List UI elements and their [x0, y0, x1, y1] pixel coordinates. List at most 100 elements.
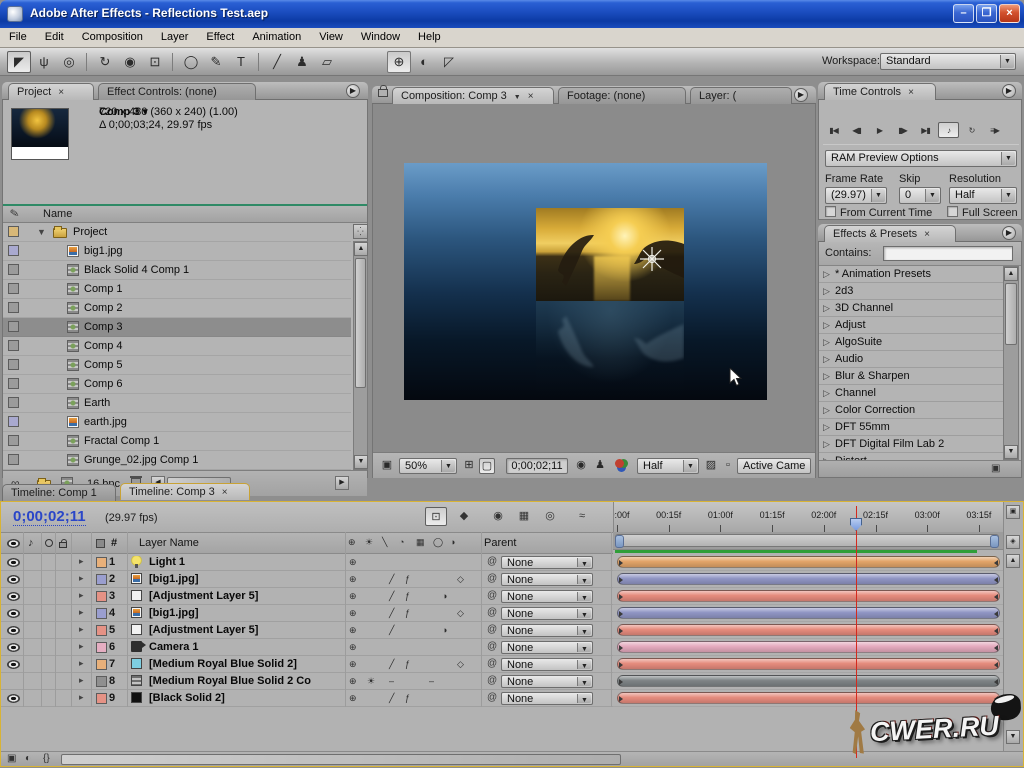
- quality-switch[interactable]: ╱: [389, 608, 394, 619]
- out-point-handle[interactable]: [994, 611, 998, 617]
- contains-input[interactable]: [883, 246, 1013, 261]
- out-point-handle[interactable]: [994, 577, 998, 583]
- shy-switch[interactable]: ⊕: [349, 693, 357, 704]
- parent-dropdown[interactable]: None▼: [501, 607, 593, 620]
- parent-pickwhip[interactable]: @: [487, 641, 497, 652]
- layer-row-4[interactable]: ▸4[big1.jpg]⊕╱ƒ◇@None▼: [1, 605, 613, 622]
- layer-name[interactable]: Camera 1: [149, 641, 344, 653]
- resolution-dropdown[interactable]: Half ▼: [637, 458, 699, 474]
- motion-blur-toggle[interactable]: ◎: [539, 507, 561, 526]
- shy-layers-toggle[interactable]: ◉: [487, 507, 509, 526]
- skip-dropdown[interactable]: 0 ▼: [899, 187, 941, 204]
- scroll-down-icon[interactable]: ▼: [1004, 445, 1018, 459]
- layer-row-2[interactable]: ▸2[big1.jpg]⊕╱ƒ◇@None▼: [1, 571, 613, 588]
- close-icon[interactable]: ×: [908, 87, 914, 98]
- effect-category-color-correction[interactable]: ▷Color Correction: [819, 402, 1003, 419]
- quality-column-icon[interactable]: ╲: [382, 537, 387, 548]
- layer-name[interactable]: [Medium Royal Blue Solid 2]: [149, 658, 344, 670]
- menu-window[interactable]: Window: [352, 28, 409, 48]
- visibility-toggle[interactable]: [7, 626, 20, 635]
- solo-column-icon[interactable]: [45, 539, 53, 547]
- expand-arrow[interactable]: ▷: [823, 439, 830, 450]
- menu-help[interactable]: Help: [409, 28, 450, 48]
- effects-vertical-scrollbar[interactable]: ▲ ▼: [1003, 266, 1019, 460]
- shy-switch[interactable]: ⊕: [349, 625, 357, 636]
- tab-effect-controls[interactable]: Effect Controls: (none): [98, 83, 256, 100]
- parent-column-header[interactable]: Parent: [484, 537, 516, 549]
- parent-pickwhip[interactable]: @: [487, 658, 497, 669]
- snapshot-icon[interactable]: ◉: [573, 458, 589, 474]
- label-chip[interactable]: [96, 591, 107, 602]
- orbit-camera-tool[interactable]: ◉: [118, 51, 142, 73]
- project-item-comp-4[interactable]: Comp 4: [3, 337, 351, 356]
- layer-name[interactable]: [big1.jpg]: [149, 607, 344, 619]
- effect-category-3d-channel[interactable]: ▷3D Channel: [819, 300, 1003, 317]
- close-icon[interactable]: ×: [58, 87, 64, 98]
- shy-switch[interactable]: ⊕: [349, 557, 357, 568]
- layer-bar-3[interactable]: [617, 590, 1000, 602]
- effects-switch[interactable]: ƒ: [405, 574, 410, 584]
- audio-button[interactable]: ♪: [938, 122, 959, 138]
- effects-switch[interactable]: ƒ: [405, 659, 410, 669]
- mask-shape-tool[interactable]: ◯: [179, 51, 203, 73]
- shy-switch[interactable]: ⊕: [349, 591, 357, 602]
- parent-dropdown[interactable]: None▼: [501, 624, 593, 637]
- expand-arrow[interactable]: ▷: [823, 286, 830, 297]
- close-icon[interactable]: ×: [222, 487, 228, 498]
- loop-button[interactable]: ↻: [961, 123, 982, 139]
- shy-switch[interactable]: ⊕: [349, 676, 357, 687]
- comp-name[interactable]: Comp 3: [99, 106, 139, 119]
- region-of-interest-icon[interactable]: ▢: [479, 458, 495, 474]
- full-screen-checkbox[interactable]: [947, 206, 958, 217]
- project-item-grunge-02-jpg-comp-1[interactable]: Grunge_02.jpg Comp 1: [3, 451, 351, 470]
- project-item-big1-jpg[interactable]: big1.jpg: [3, 242, 351, 261]
- project-item-fractal-comp-1[interactable]: Fractal Comp 1: [3, 432, 351, 451]
- effect-category-algosuite[interactable]: ▷AlgoSuite: [819, 334, 1003, 351]
- out-point-handle[interactable]: [994, 560, 998, 566]
- expand-arrow[interactable]: ▸: [79, 590, 84, 601]
- tab-footage[interactable]: Footage: (none): [558, 87, 686, 104]
- adjustment-column-icon[interactable]: ◑: [450, 537, 455, 547]
- always-preview-icon[interactable]: ▣: [379, 458, 395, 474]
- scroll-right-icon[interactable]: ▶: [335, 476, 349, 490]
- scroll-down-icon[interactable]: ▼: [354, 455, 368, 469]
- flowchart-view-icon[interactable]: ⁛: [353, 224, 368, 239]
- expand-arrow[interactable]: ▸: [79, 675, 84, 686]
- label-chip[interactable]: [8, 264, 19, 275]
- adjustment-switch[interactable]: ◑: [442, 591, 447, 601]
- label-column-icon[interactable]: [96, 539, 105, 548]
- channels-icon[interactable]: [611, 458, 627, 474]
- layer-name[interactable]: [big1.jpg]: [149, 573, 344, 585]
- layer-bar-2[interactable]: [617, 573, 1000, 585]
- collapse-column-icon[interactable]: ☀: [365, 537, 373, 548]
- parent-pickwhip[interactable]: @: [487, 692, 497, 703]
- layer-bar-1[interactable]: [617, 556, 1000, 568]
- layer-row-7[interactable]: ▸7[Medium Royal Blue Solid 2]⊕╱ƒ◇@None▼: [1, 656, 613, 673]
- expand-modes-icon[interactable]: ◐: [25, 753, 31, 764]
- effect-category-dft-digital-film-lab-2[interactable]: ▷DFT Digital Film Lab 2: [819, 436, 1003, 453]
- visibility-toggle[interactable]: [7, 660, 20, 669]
- expand-inout-icon[interactable]: {}: [43, 753, 50, 764]
- hand-tool[interactable]: ψ: [32, 51, 56, 73]
- visibility-toggle[interactable]: [7, 575, 20, 584]
- pen-tool[interactable]: ✎: [204, 51, 228, 73]
- tab-composition[interactable]: Composition: Comp 3▼×: [392, 87, 554, 104]
- tab-effects-presets[interactable]: Effects & Presets×: [824, 225, 956, 242]
- panel-menu-icon[interactable]: ▶: [346, 84, 360, 98]
- maximize-button[interactable]: ❐: [976, 4, 997, 23]
- motion-blur-column-icon[interactable]: ◯: [433, 537, 443, 548]
- label-chip[interactable]: [96, 557, 107, 568]
- expand-arrow[interactable]: ▼: [37, 227, 46, 237]
- tab-layer[interactable]: Layer: (: [690, 87, 792, 104]
- visibility-toggle[interactable]: [7, 558, 20, 567]
- comp-button-icon[interactable]: ◈: [1006, 535, 1020, 549]
- in-point-handle[interactable]: [619, 560, 623, 566]
- lock-icon[interactable]: [378, 89, 388, 97]
- visibility-toggle[interactable]: [7, 643, 20, 652]
- expand-arrow[interactable]: ▷: [823, 371, 830, 382]
- project-item-comp-3[interactable]: Comp 3: [3, 318, 351, 337]
- menu-view[interactable]: View: [310, 28, 352, 48]
- ram-preview-button[interactable]: ≡▶: [984, 123, 1005, 139]
- expand-arrow[interactable]: ▷: [823, 303, 830, 314]
- menu-effect[interactable]: Effect: [197, 28, 243, 48]
